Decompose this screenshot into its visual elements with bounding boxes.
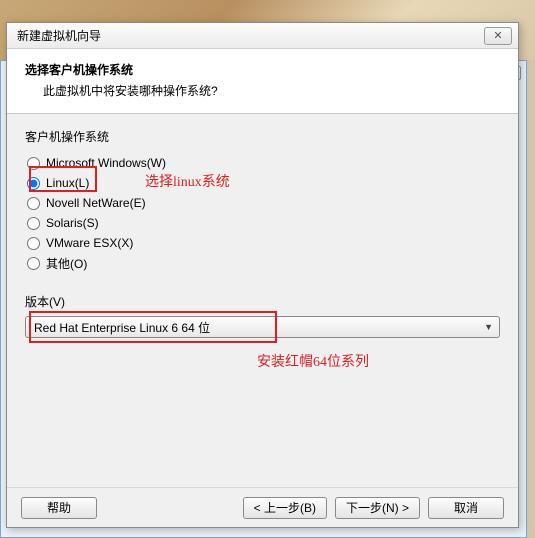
os-label-solaris: Solaris(S) [46,216,99,230]
wizard-header: 选择客户机操作系统 此虚拟机中将安装哪种操作系统? [7,49,518,114]
wizard-footer: 帮助 < 上一步(B) 下一步(N) > 取消 [7,487,518,527]
version-label: 版本(V) [25,293,500,310]
close-icon: ✕ [493,29,502,42]
os-label-linux: Linux(L) [46,176,89,190]
os-radio-linux[interactable] [27,177,40,190]
titlebar: 新建虚拟机向导 ✕ [7,23,518,49]
header-title: 选择客户机操作系统 [25,61,500,78]
os-option-linux[interactable]: Linux(L) [25,173,500,193]
os-label-other: 其他(O) [46,255,87,272]
os-option-solaris[interactable]: Solaris(S) [25,213,500,233]
os-radio-group: Microsoft Windows(W) Linux(L) Novell Net… [25,153,500,273]
next-button[interactable]: 下一步(N) > [335,497,420,519]
os-group-label: 客户机操作系统 [25,128,500,145]
os-option-esx[interactable]: VMware ESX(X) [25,233,500,253]
window-title: 新建虚拟机向导 [17,27,101,44]
wizard-dialog: 新建虚拟机向导 ✕ 选择客户机操作系统 此虚拟机中将安装哪种操作系统? 客户机操… [6,22,519,528]
os-radio-solaris[interactable] [27,217,40,230]
annotation-text-version: 安装红帽64位系列 [257,351,369,371]
os-radio-windows[interactable] [27,157,40,170]
os-option-windows[interactable]: Microsoft Windows(W) [25,153,500,173]
os-radio-netware[interactable] [27,197,40,210]
chevron-down-icon: ▼ [484,322,493,332]
version-dropdown[interactable]: Red Hat Enterprise Linux 6 64 位 ▼ [25,316,500,338]
version-selected-value: Red Hat Enterprise Linux 6 64 位 [34,319,210,336]
os-label-esx: VMware ESX(X) [46,236,133,250]
os-option-other[interactable]: 其他(O) [25,253,500,273]
header-subtitle: 此虚拟机中将安装哪种操作系统? [25,82,500,99]
os-radio-esx[interactable] [27,237,40,250]
close-button[interactable]: ✕ [484,27,512,45]
os-option-netware[interactable]: Novell NetWare(E) [25,193,500,213]
os-label-netware: Novell NetWare(E) [46,196,146,210]
help-button[interactable]: 帮助 [21,497,97,519]
wizard-body: 客户机操作系统 Microsoft Windows(W) Linux(L) No… [7,114,518,348]
os-label-windows: Microsoft Windows(W) [46,156,166,170]
back-button[interactable]: < 上一步(B) [243,497,327,519]
os-radio-other[interactable] [27,257,40,270]
cancel-button[interactable]: 取消 [428,497,504,519]
